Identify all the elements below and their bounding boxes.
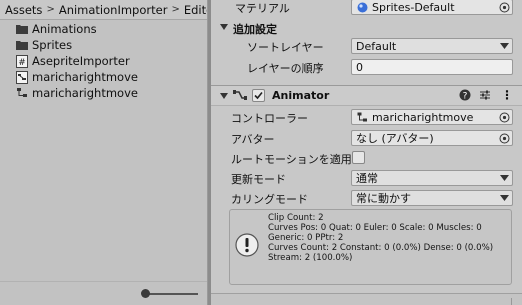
avatar-value: なし (アバター) [356,132,434,145]
list-item-label: AsepriteImporter [32,54,130,68]
foldout-arrow-icon[interactable] [220,93,228,99]
zoom-bar [0,281,207,305]
update-mode-value: 通常 [356,172,378,185]
breadcrumb: Assets > AnimationImporter > Editor [0,0,207,20]
breadcrumb-separator: > [171,4,180,15]
object-picker-icon[interactable] [498,111,510,123]
object-picker-icon[interactable] [498,132,510,144]
animator-title: Animator [272,89,330,102]
list-item-label: Animations [32,22,97,36]
breadcrumb-item-assets[interactable]: Assets [5,3,42,17]
svg-text:#: # [18,58,26,68]
controller-row: コントローラー maricharightmove [211,108,522,126]
avatar-label: アバター [231,133,275,146]
info-line: Stream: 2 (100.0%) [268,253,353,264]
list-item-label: Sprites [32,38,73,52]
material-icon [356,1,368,13]
culling-mode-row: カリングモード 常に動かす [211,189,522,207]
animator-info-box: Clip Count: 2 Curves Pos: 0 Quat: 0 Eule… [229,209,512,285]
foldout-arrow-icon[interactable] [220,24,228,30]
breadcrumb-separator: > [46,4,55,15]
folder-icon [16,23,28,35]
divider [511,298,512,305]
file-list: Animations Sprites # AsepriteImporter ma… [16,21,138,101]
update-mode-dropdown[interactable]: 通常 [351,170,513,186]
controller-field[interactable]: maricharightmove [351,109,513,125]
chevron-down-icon [498,40,510,52]
apply-root-motion-row: ルートモーションを適用 [211,149,522,167]
apply-root-motion-label: ルートモーションを適用 [231,153,352,166]
avatar-field[interactable]: なし (アバター) [351,130,513,146]
script-icon: # [16,54,28,68]
breadcrumb-item-editor[interactable]: Editor [184,3,207,17]
folder-icon [16,39,28,51]
info-line: Curves Count: 2 Constant: 0 (0.0%) Dense… [268,243,494,254]
animator-info-text: Clip Count: 2 Curves Pos: 0 Quat: 0 Eule… [268,213,493,263]
culling-mode-label: カリングモード [231,193,308,206]
controller-label: コントローラー [231,112,308,125]
preset-sliders-icon[interactable] [479,89,491,104]
material-value: Sprites-Default [372,0,455,14]
animator-controller-icon [16,70,28,84]
animator-enabled-checkbox[interactable] [252,89,265,102]
list-item-animator-controller[interactable]: maricharightmove [16,69,138,85]
material-field[interactable]: Sprites-Default [351,0,513,15]
sorting-layer-value: Default [356,39,397,53]
chevron-down-icon [498,172,510,184]
order-in-layer-value: 0 [356,60,363,74]
animator-component-header[interactable]: Animator ? ⋮ [211,85,522,106]
avatar-row: アバター なし (アバター) [211,129,522,147]
list-item-animations-folder[interactable]: Animations [16,21,138,37]
next-component-strip [211,293,522,305]
project-panel: Assets > AnimationImporter > Editor Anim… [0,0,207,305]
inspector-panel: マテリアル Sprites-Default 追加設定 ソートレイヤー Defau… [211,0,522,305]
order-in-layer-label: レイヤーの順序 [247,62,324,75]
material-row: マテリアル Sprites-Default [211,0,522,16]
info-line: Curves Pos: 0 Quat: 0 Euler: 0 Scale: 0 … [268,223,482,234]
info-line: Clip Count: 2 [268,213,324,223]
order-in-layer-row: レイヤーの順序 0 [211,58,522,76]
update-mode-label: 更新モード [231,173,286,186]
animator-controller-icon [16,87,28,99]
controller-value: maricharightmove [372,110,474,124]
animator-controller-icon [356,111,368,123]
list-item-animator-controller[interactable]: maricharightmove [16,85,138,101]
apply-root-motion-checkbox[interactable] [352,151,365,164]
list-item-label: maricharightmove [32,70,138,84]
chevron-down-icon [498,192,510,204]
kebab-menu-icon[interactable]: ⋮ [501,88,514,102]
additional-settings-title: 追加設定 [233,23,277,36]
list-item-label: maricharightmove [32,86,138,100]
zoom-slider-handle[interactable] [141,289,150,298]
material-label: マテリアル [235,2,290,15]
additional-settings-header[interactable]: 追加設定 [211,19,522,37]
culling-mode-dropdown[interactable]: 常に動かす [351,190,513,206]
help-icon[interactable]: ? [459,89,471,104]
breadcrumb-item-animationimporter[interactable]: AnimationImporter [59,3,168,17]
object-picker-icon[interactable] [498,1,510,13]
list-item-aseprite-importer-script[interactable]: # AsepriteImporter [16,53,138,69]
svg-text:?: ? [463,92,468,102]
zoom-slider-track[interactable] [146,293,198,295]
update-mode-row: 更新モード 通常 [211,169,522,187]
info-line: Generic: 0 PPtr: 2 [268,233,344,244]
animator-component-icon [233,89,247,105]
culling-mode-value: 常に動かす [356,192,411,205]
exclamation-icon [235,233,259,257]
order-in-layer-input[interactable]: 0 [351,59,513,75]
list-item-sprites-folder[interactable]: Sprites [16,37,138,53]
sorting-layer-label: ソートレイヤー [247,41,324,54]
sorting-layer-row: ソートレイヤー Default [211,37,522,55]
sorting-layer-dropdown[interactable]: Default [351,38,513,54]
